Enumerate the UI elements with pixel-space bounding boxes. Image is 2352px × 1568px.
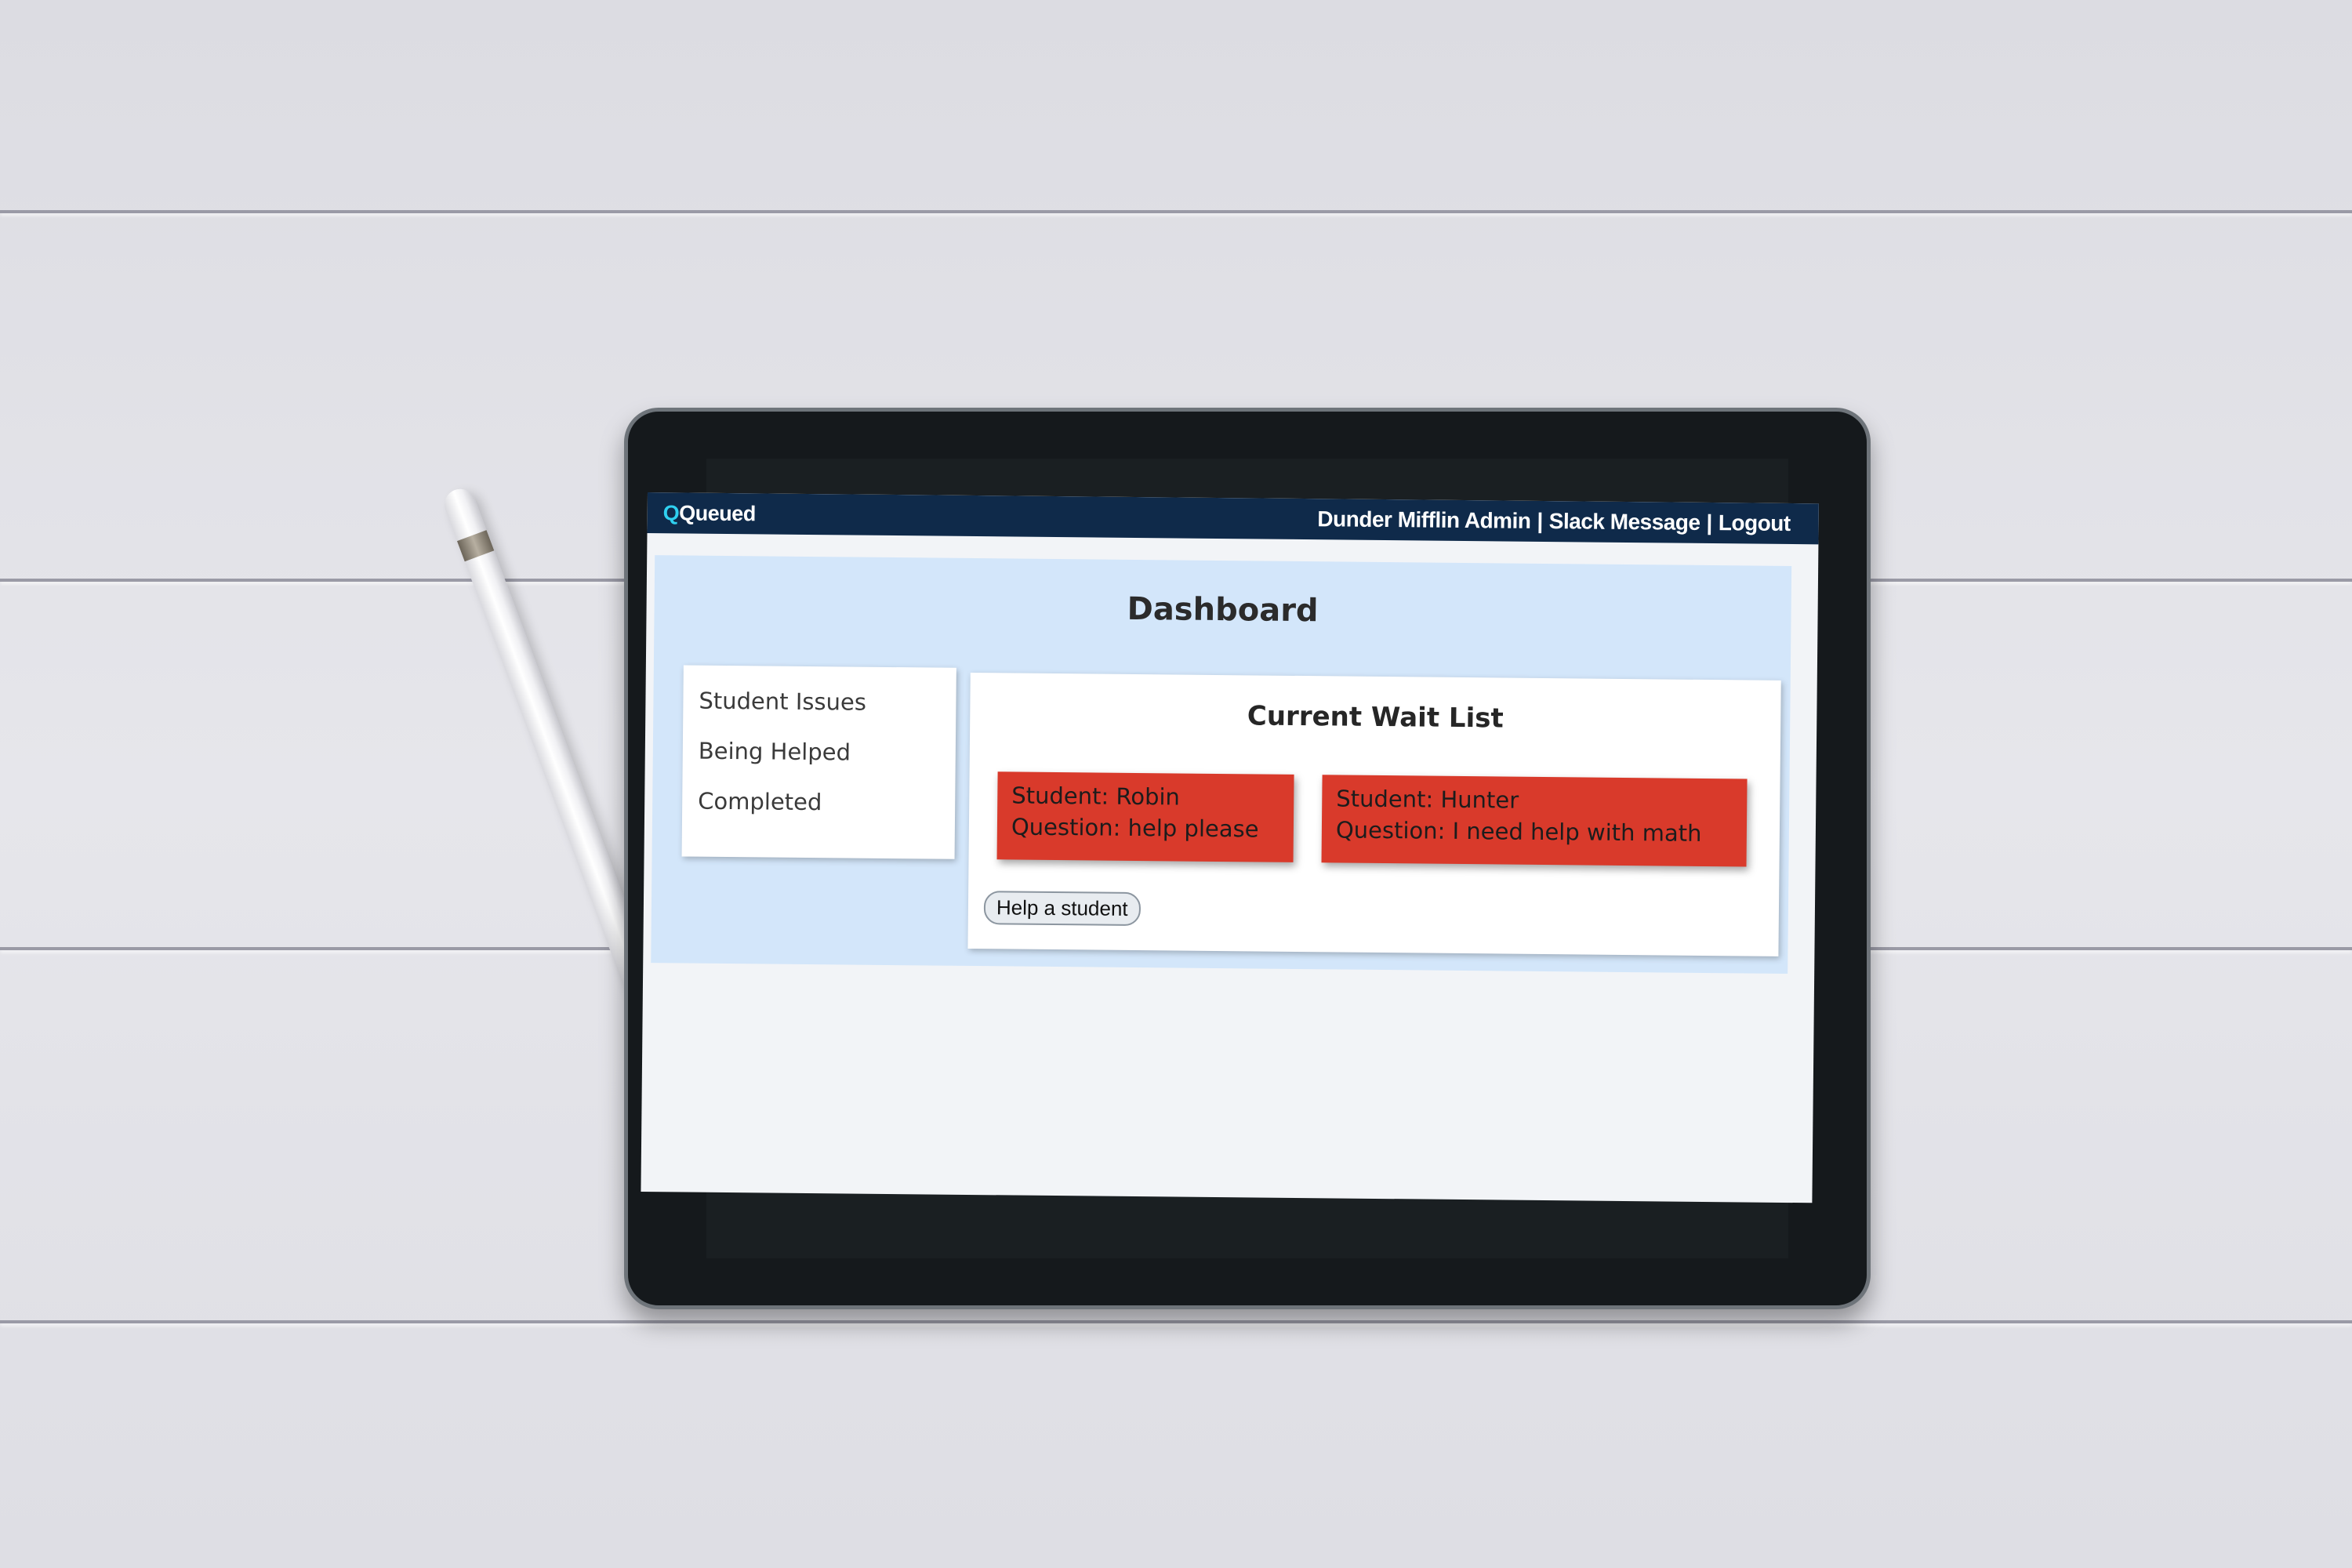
brand-accent-letter: Q bbox=[662, 500, 680, 524]
sidebar-menu: Student Issues Being Helped Completed bbox=[681, 665, 956, 859]
sidebar-item-being-helped[interactable]: Being Helped bbox=[683, 726, 956, 779]
help-a-student-button[interactable]: Help a student bbox=[983, 891, 1141, 927]
wait-list-title: Current Wait List bbox=[1247, 700, 1504, 735]
sidebar-item-completed[interactable]: Completed bbox=[682, 776, 956, 829]
slack-message-link[interactable]: Slack Message bbox=[1549, 509, 1700, 535]
nav-links: Dunder Mifflin Admin | Slack Message | L… bbox=[1317, 506, 1791, 536]
ticket-student: Student: Robin bbox=[1011, 782, 1181, 811]
brand-logo[interactable]: QQueued bbox=[663, 501, 756, 526]
nav-separator: | bbox=[1537, 508, 1543, 533]
sidebar-item-student-issues[interactable]: Student Issues bbox=[683, 676, 956, 728]
wait-list-card: Current Wait List Student: Robin Questio… bbox=[967, 672, 1781, 956]
tablet-screen: QQueued Dunder Mifflin Admin | Slack Mes… bbox=[641, 492, 1819, 1203]
ticket-question: Question: I need help with math bbox=[1335, 816, 1702, 847]
admin-link[interactable]: Dunder Mifflin Admin bbox=[1317, 506, 1530, 534]
ticket-student: Student: Hunter bbox=[1336, 785, 1519, 814]
brand-name: Queued bbox=[679, 500, 756, 525]
page-title: Dashboard bbox=[1127, 590, 1319, 630]
nav-separator: | bbox=[1706, 510, 1712, 535]
student-ticket[interactable]: Student: Robin Question: help please bbox=[996, 771, 1294, 862]
plank-seam bbox=[0, 210, 2352, 213]
dashboard-panel: Dashboard Student Issues Being Helped Co… bbox=[651, 555, 1792, 974]
student-ticket[interactable]: Student: Hunter Question: I need help wi… bbox=[1321, 775, 1748, 867]
ticket-question: Question: help please bbox=[1011, 813, 1259, 843]
logout-link[interactable]: Logout bbox=[1719, 510, 1791, 536]
plank-seam bbox=[0, 1320, 2352, 1323]
